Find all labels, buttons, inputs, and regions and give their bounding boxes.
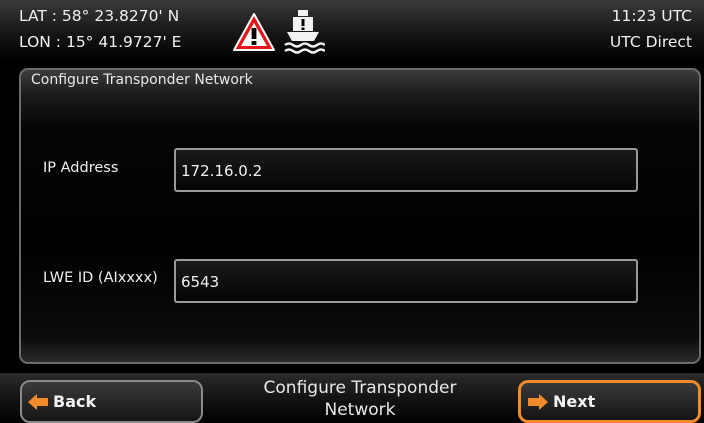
next-button-label: Next: [553, 392, 596, 411]
screen-title-line1: Configure Transponder: [263, 378, 457, 398]
back-button-label: Back: [53, 392, 97, 411]
back-button[interactable]: Back: [20, 380, 203, 423]
arrow-right-icon: [528, 393, 548, 410]
time-source: UTC Direct: [609, 33, 692, 51]
next-button[interactable]: Next: [518, 380, 701, 423]
ip-address-label: IP Address: [43, 160, 119, 176]
ship-alert-icon[interactable]: [281, 8, 325, 54]
arrow-left-icon: [28, 393, 48, 410]
lwe-id-field[interactable]: 6543: [174, 259, 638, 303]
ip-address-field[interactable]: 172.16.0.2: [174, 148, 638, 192]
screen-title: Configure Transponder Network: [210, 377, 510, 421]
status-header: LAT : 58° 23.8270' N LON : 15° 41.9727' …: [0, 0, 704, 62]
utc-time: 11:23 UTC: [611, 7, 692, 25]
lwe-id-label: LWE ID (AIxxxx): [43, 270, 158, 286]
warning-triangle-icon[interactable]: [232, 12, 276, 52]
panel-title: Configure Transponder Network: [31, 72, 253, 88]
longitude-readout: LON : 15° 41.9727' E: [19, 33, 182, 51]
configure-network-panel: Configure Transponder Network IP Address…: [19, 68, 701, 364]
footer-bar: Back Configure Transponder Network Next: [0, 373, 704, 423]
latitude-readout: LAT : 58° 23.8270' N: [19, 7, 180, 25]
screen-title-line2: Network: [324, 400, 396, 420]
